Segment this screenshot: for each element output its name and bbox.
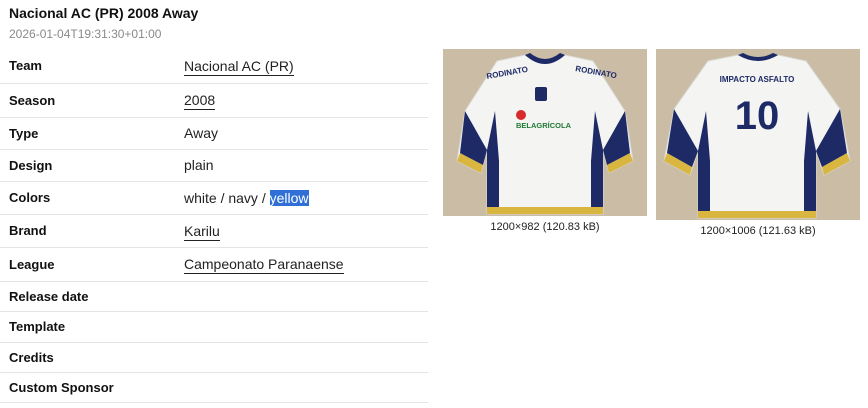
design-value: plain (184, 149, 428, 182)
table-row: Custom Sponsor (0, 372, 428, 403)
color-yellow-selected: yellow (269, 189, 309, 206)
table-row: Colors white / navy / yellow (0, 181, 428, 215)
credits-value (184, 342, 428, 373)
color-white: white (184, 189, 217, 206)
page-title: Nacional AC (PR) 2008 Away (9, 5, 199, 21)
team-link[interactable]: Nacional AC (PR) (184, 57, 294, 76)
sponsor-logo-icon (516, 110, 526, 120)
color-separator: / (257, 189, 270, 206)
table-row: Season 2008 (0, 83, 428, 118)
row-label-custom-sponsor: Custom Sponsor (0, 372, 184, 403)
season-link[interactable]: 2008 (184, 92, 216, 110)
kit-photo-back[interactable]: IMPACTO ASFALTO 10 (656, 49, 860, 220)
table-row: Design plain (0, 149, 428, 182)
kit-info-table: Team Nacional AC (PR) Season 2008 Type A… (0, 49, 428, 403)
row-label-league: League (0, 247, 184, 282)
table-row: Credits (0, 342, 428, 373)
colors-value: white / navy / yellow (184, 181, 428, 215)
row-label-colors: Colors (0, 181, 184, 215)
table-row: Type Away (0, 117, 428, 150)
row-label-team: Team (0, 49, 184, 84)
row-label-release-date: Release date (0, 281, 184, 312)
color-separator: / (216, 189, 229, 206)
table-row: League Campeonato Paranaense (0, 247, 428, 282)
table-row: Release date (0, 281, 428, 312)
template-value (184, 311, 428, 343)
type-value: Away (184, 117, 428, 150)
kit-photo-front[interactable]: RODINATO RODINATO BELAGRÍCOLA (443, 49, 647, 216)
back-photo-caption: 1200×1006 (121.63 kB) (700, 225, 816, 237)
table-row: Template (0, 311, 428, 343)
table-row: Brand Karilu (0, 214, 428, 248)
shirt-front-illustration: RODINATO RODINATO BELAGRÍCOLA (443, 49, 647, 216)
shirt-number: 10 (735, 94, 780, 138)
table-row: Team Nacional AC (PR) (0, 49, 428, 84)
release-date-value (184, 281, 428, 312)
row-label-design: Design (0, 149, 184, 182)
front-photo-caption: 1200×982 (120.83 kB) (490, 221, 600, 233)
league-link[interactable]: Campeonato Paranaense (184, 256, 344, 274)
club-crest-icon (535, 87, 547, 101)
back-sponsor: IMPACTO ASFALTO (720, 75, 795, 84)
row-label-brand: Brand (0, 214, 184, 248)
shirt-back-illustration: IMPACTO ASFALTO 10 (656, 49, 860, 220)
row-label-season: Season (0, 83, 184, 118)
color-navy: navy (228, 189, 258, 206)
row-label-template: Template (0, 311, 184, 343)
row-label-credits: Credits (0, 342, 184, 373)
custom-sponsor-value (184, 372, 428, 403)
brand-link[interactable]: Karilu (184, 222, 220, 241)
row-label-type: Type (0, 117, 184, 150)
timestamp: 2026-01-04T19:31:30+01:00 (9, 27, 162, 41)
front-chest-sponsor: BELAGRÍCOLA (516, 121, 572, 130)
